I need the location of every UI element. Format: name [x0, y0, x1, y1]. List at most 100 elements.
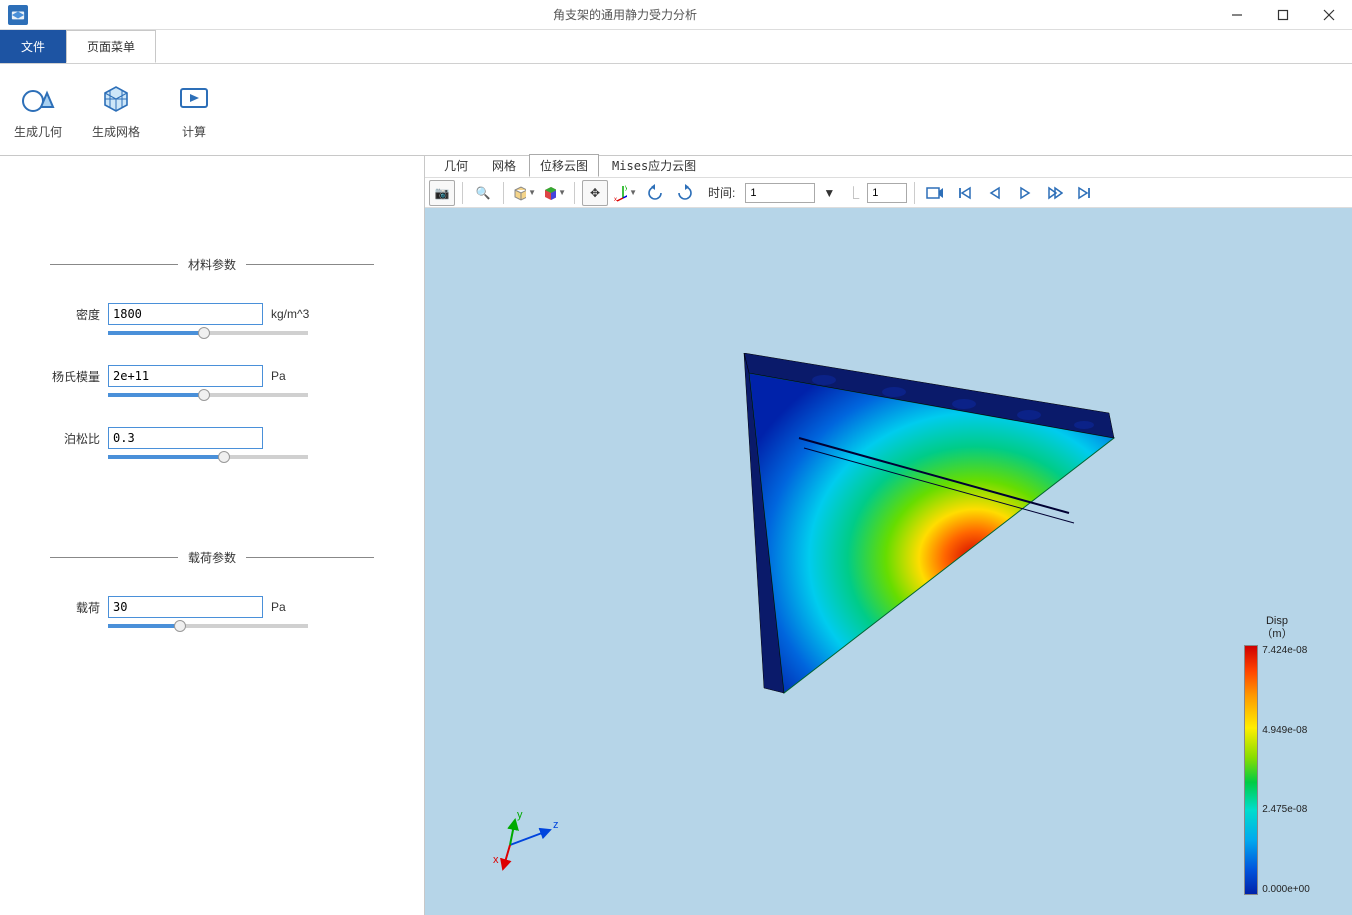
- maximize-button[interactable]: [1260, 0, 1306, 30]
- magnifier-icon: 🔍: [476, 186, 491, 200]
- play-button[interactable]: [1012, 180, 1038, 206]
- svg-text:x: x: [614, 197, 617, 202]
- skip-start-icon: [957, 186, 973, 200]
- viewer-toolbar: 📷 🔍 ▼ ▼ ✥ yzx▼ 时间: ▼ ⎿: [425, 178, 1352, 208]
- next-icon: [1047, 186, 1063, 200]
- tab-mises[interactable]: Mises应力云图: [601, 154, 707, 177]
- tab-displacement[interactable]: 位移云图: [529, 154, 599, 177]
- ribbon-label: 生成网格: [92, 123, 140, 140]
- last-frame-button[interactable]: [1072, 180, 1098, 206]
- ribbon-generate-geometry[interactable]: 生成几何: [8, 68, 68, 151]
- rotate-ccw-button[interactable]: [642, 180, 668, 206]
- zoom-extents-button[interactable]: 🔍: [470, 180, 496, 206]
- axes-dropdown[interactable]: yzx▼: [612, 180, 638, 206]
- svg-text:y: y: [517, 809, 523, 821]
- play-icon: [1018, 186, 1032, 200]
- legend-tick: 4.949e-08: [1262, 725, 1310, 736]
- legend-tick: 7.424e-08: [1262, 645, 1310, 656]
- ribbon-label: 计算: [182, 123, 206, 140]
- geometry-icon: [19, 79, 57, 117]
- density-input[interactable]: [108, 303, 263, 325]
- ribbon-label: 生成几何: [14, 123, 62, 140]
- ribbon: 生成几何 生成网格 计算: [0, 64, 1352, 156]
- density-label: 密度: [50, 306, 100, 323]
- minimize-button[interactable]: [1214, 0, 1260, 30]
- color-style-dropdown[interactable]: ▼: [541, 180, 567, 206]
- render-style-dropdown[interactable]: ▼: [511, 180, 537, 206]
- poisson-slider[interactable]: [108, 455, 374, 459]
- axis-gizmo: z y x: [485, 795, 565, 875]
- tab-geometry[interactable]: 几何: [433, 154, 479, 177]
- legend-tick: 2.475e-08: [1262, 804, 1310, 815]
- viewer-tabs: 几何 网格 位移云图 Mises应力云图: [425, 156, 1352, 178]
- window-title: 角支架的通用静力受力分析: [36, 6, 1214, 23]
- axes-icon: yzx: [613, 184, 627, 202]
- load-row: 载荷 Pa: [50, 596, 374, 618]
- legend-tick: 0.000e+00: [1262, 884, 1310, 895]
- legend-ticks: 7.424e-08 4.949e-08 2.475e-08 0.000e+00: [1258, 645, 1310, 895]
- young-slider[interactable]: [108, 393, 374, 397]
- rotate-ccw-icon: [646, 184, 664, 202]
- prev-frame-button[interactable]: [982, 180, 1008, 206]
- young-input[interactable]: [108, 365, 263, 387]
- young-row: 杨氏模量 Pa: [50, 365, 374, 387]
- legend-title: Disp（m）: [1261, 615, 1292, 641]
- window-controls: [1214, 0, 1352, 30]
- section-label: 材料参数: [178, 256, 246, 273]
- ribbon-compute[interactable]: 计算: [164, 68, 224, 151]
- section-label: 载荷参数: [178, 549, 246, 566]
- move-icon: ✥: [590, 186, 600, 200]
- color-legend: Disp（m） 7.424e-08 4.949e-08 2.475e-08 0.…: [1232, 615, 1322, 895]
- content-area: 材料参数 密度 kg/m^3 杨氏模量 Pa 泊松比: [0, 156, 1352, 915]
- rotate-cw-icon: [676, 184, 694, 202]
- density-slider[interactable]: [108, 331, 374, 335]
- poisson-label: 泊松比: [50, 430, 100, 447]
- svg-text:z: z: [553, 819, 559, 831]
- record-icon: [926, 186, 944, 200]
- young-unit: Pa: [271, 369, 321, 383]
- menu-file[interactable]: 文件: [0, 30, 66, 63]
- load-slider[interactable]: [108, 624, 374, 628]
- density-row: 密度 kg/m^3: [50, 303, 374, 325]
- record-button[interactable]: [922, 180, 948, 206]
- viewport-canvas[interactable]: Disp（m） 7.424e-08 4.949e-08 2.475e-08 0.…: [425, 208, 1352, 915]
- title-bar: 角支架的通用静力受力分析: [0, 0, 1352, 30]
- poisson-row: 泊松比: [50, 427, 374, 449]
- sidebar: 材料参数 密度 kg/m^3 杨氏模量 Pa 泊松比: [0, 156, 425, 915]
- first-frame-button[interactable]: [952, 180, 978, 206]
- svg-text:x: x: [493, 854, 499, 866]
- tab-mesh[interactable]: 网格: [481, 154, 527, 177]
- model-render: [649, 353, 1129, 733]
- time-step-input[interactable]: [867, 183, 907, 203]
- density-unit: kg/m^3: [271, 307, 321, 321]
- cube-color-icon: [542, 184, 556, 202]
- cube-outline-icon: [512, 184, 526, 202]
- skip-end-icon: [1077, 186, 1093, 200]
- time-label: 时间:: [702, 184, 741, 201]
- load-input[interactable]: [108, 596, 263, 618]
- poisson-input[interactable]: [108, 427, 263, 449]
- load-label: 载荷: [50, 599, 100, 616]
- young-label: 杨氏模量: [50, 368, 100, 385]
- load-unit: Pa: [271, 600, 321, 614]
- menu-page-menu[interactable]: 页面菜单: [66, 30, 156, 63]
- rotate-cw-button[interactable]: [672, 180, 698, 206]
- pan-button[interactable]: ✥: [582, 180, 608, 206]
- legend-colorbar: [1244, 645, 1258, 895]
- ribbon-generate-mesh[interactable]: 生成网格: [86, 68, 146, 151]
- close-button[interactable]: [1306, 0, 1352, 30]
- next-frame-button[interactable]: [1042, 180, 1068, 206]
- material-section-title: 材料参数: [50, 256, 374, 273]
- snapshot-button[interactable]: 📷: [429, 180, 455, 206]
- load-section-title: 载荷参数: [50, 549, 374, 566]
- step-separator-icon: ⎿: [843, 184, 863, 201]
- menu-bar: 文件 页面菜单: [0, 30, 1352, 64]
- camera-icon: 📷: [435, 186, 450, 200]
- viewer: 几何 网格 位移云图 Mises应力云图 📷 🔍 ▼ ▼ ✥ yzx▼ 时间: …: [425, 156, 1352, 915]
- svg-text:y: y: [625, 185, 627, 191]
- mesh-icon: [97, 79, 135, 117]
- compute-icon: [175, 79, 213, 117]
- time-value-input[interactable]: [745, 183, 815, 203]
- app-icon: [8, 5, 28, 25]
- prev-icon: [988, 186, 1002, 200]
